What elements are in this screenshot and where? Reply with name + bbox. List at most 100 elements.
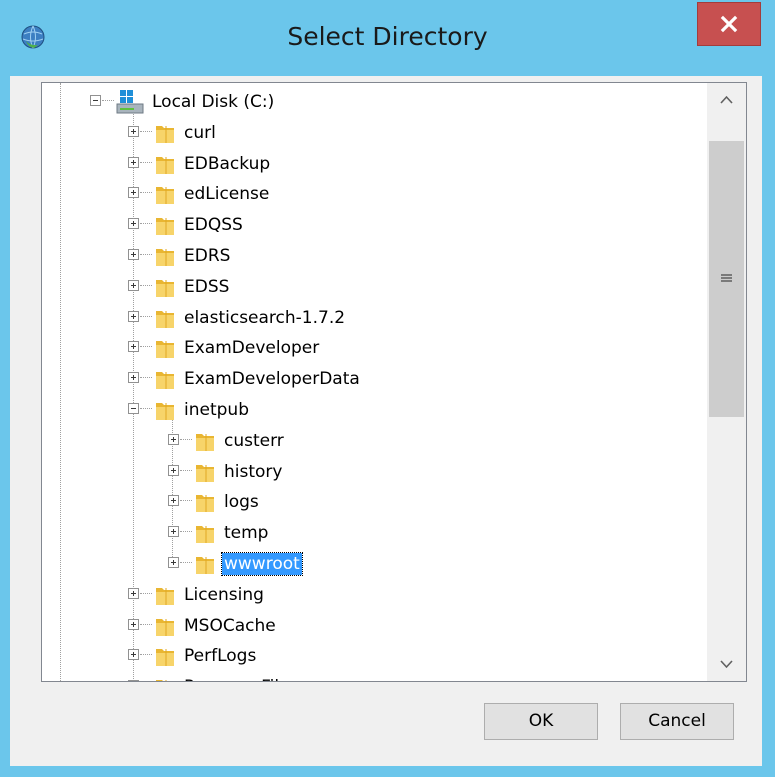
expand-icon[interactable] xyxy=(128,680,139,681)
drive-icon xyxy=(116,89,144,114)
tree-item[interactable]: temp xyxy=(168,518,588,549)
folder-icon xyxy=(154,336,176,360)
scroll-down-button[interactable] xyxy=(707,647,746,681)
tree-item-label: logs xyxy=(224,492,259,513)
folder-icon xyxy=(154,244,176,268)
expand-icon[interactable] xyxy=(168,526,179,538)
folder-icon xyxy=(194,460,216,484)
folder-icon xyxy=(194,552,216,576)
expand-icon[interactable] xyxy=(128,279,139,291)
tree-item-drive[interactable]: Local Disk (C:) xyxy=(90,87,490,118)
collapse-icon[interactable] xyxy=(90,95,101,106)
tree-item-label: ExamDeveloper xyxy=(184,338,320,359)
close-icon xyxy=(720,15,738,33)
tree-connector xyxy=(180,500,192,502)
expand-icon[interactable] xyxy=(128,125,139,137)
expand-icon[interactable] xyxy=(128,649,139,661)
tree-item[interactable]: EDBackup xyxy=(128,149,548,180)
tree-item[interactable]: MSOCache xyxy=(128,611,548,642)
expand-icon[interactable] xyxy=(128,218,139,230)
tree-connector xyxy=(180,438,192,440)
expand-icon[interactable] xyxy=(128,587,139,599)
collapse-icon[interactable] xyxy=(128,403,139,414)
tree-item[interactable]: EDQSS xyxy=(128,210,548,241)
folder-icon xyxy=(154,182,176,206)
tree-item-label: MSOCache xyxy=(184,615,276,636)
tree-item-label: custerr xyxy=(224,430,284,451)
tree-view[interactable]: Local Disk (C:) curl EDBackup edLicense EDQS… xyxy=(42,83,706,681)
folder-icon xyxy=(154,306,176,330)
tree-item[interactable]: EDRS xyxy=(128,241,548,272)
cancel-button[interactable]: Cancel xyxy=(620,703,734,740)
expand-icon[interactable] xyxy=(128,187,139,199)
tree-item[interactable]: ExamDeveloper xyxy=(128,333,548,364)
tree-connector xyxy=(140,315,152,317)
tree-item[interactable]: custerr xyxy=(168,426,588,457)
tree-item[interactable]: edLicense xyxy=(128,179,548,210)
folder-icon xyxy=(194,521,216,545)
tree-item[interactable]: Licensing xyxy=(128,580,548,611)
folder-icon xyxy=(154,152,176,176)
expand-icon[interactable] xyxy=(128,372,139,384)
tree-connector xyxy=(180,469,192,471)
tree-connector xyxy=(140,284,152,286)
expand-icon[interactable] xyxy=(168,433,179,445)
ok-button[interactable]: OK xyxy=(484,703,598,740)
tree-item[interactable]: logs xyxy=(168,487,588,518)
tree-item[interactable]: ExamDeveloperData xyxy=(128,364,548,395)
folder-icon xyxy=(154,275,176,299)
expand-icon[interactable] xyxy=(128,156,139,168)
tree-item-label: Local Disk (C:) xyxy=(152,92,275,112)
tree-item-label: Licensing xyxy=(184,584,264,605)
tree-item-label: temp xyxy=(224,523,269,544)
folder-icon xyxy=(154,644,176,668)
select-directory-dialog: Select Directory Local Disk (C:) curl EDBa… xyxy=(0,0,775,777)
tree-connector xyxy=(140,592,152,594)
tree-item-label: Program Files xyxy=(184,676,298,681)
tree-item[interactable]: wwwroot xyxy=(168,549,588,580)
vertical-scrollbar[interactable] xyxy=(707,83,746,681)
tree-item[interactable]: inetpub xyxy=(128,395,548,426)
expand-icon[interactable] xyxy=(128,310,139,322)
expand-icon[interactable] xyxy=(128,341,139,353)
tree-connector xyxy=(140,346,152,348)
expand-icon[interactable] xyxy=(168,495,179,507)
expand-icon[interactable] xyxy=(168,464,179,476)
tree-item[interactable]: curl xyxy=(128,118,548,149)
tree-item[interactable]: elasticsearch-1.7.2 xyxy=(128,303,548,334)
folder-icon xyxy=(154,675,176,681)
tree-connector xyxy=(140,654,152,656)
chevron-down-icon xyxy=(720,660,733,669)
folder-icon xyxy=(194,490,216,514)
folder-icon xyxy=(154,367,176,391)
folder-icon xyxy=(154,614,176,638)
tree-item-label: ExamDeveloperData xyxy=(184,369,360,390)
scroll-up-button[interactable] xyxy=(707,83,746,117)
tree-item-label: PerfLogs xyxy=(184,646,257,667)
tree-item[interactable]: Program Files xyxy=(128,672,548,681)
folder-icon xyxy=(154,583,176,607)
expand-icon[interactable] xyxy=(128,249,139,260)
tree-connector xyxy=(140,161,152,163)
dialog-body: Local Disk (C:) curl EDBackup edLicense EDQS… xyxy=(10,76,762,766)
tree-connector xyxy=(180,562,192,563)
tree-connector xyxy=(140,130,152,132)
tree-connector xyxy=(140,408,152,409)
scroll-thumb[interactable] xyxy=(709,141,744,417)
tree-item[interactable]: PerfLogs xyxy=(128,641,548,672)
tree-item-label: EDRS xyxy=(184,246,231,266)
expand-icon[interactable] xyxy=(128,618,139,630)
expand-icon[interactable] xyxy=(168,557,179,568)
tree-connector xyxy=(140,377,152,379)
tree-item-label: wwwroot xyxy=(221,552,303,576)
tree-connector xyxy=(180,531,192,533)
tree-item-label: edLicense xyxy=(184,184,270,205)
tree-connector xyxy=(102,100,114,101)
close-button[interactable] xyxy=(697,2,761,46)
directory-tree[interactable]: Local Disk (C:) curl EDBackup edLicense EDQS… xyxy=(41,82,747,682)
tree-item[interactable]: EDSS xyxy=(128,272,548,303)
tree-item[interactable]: history xyxy=(168,457,588,488)
tree-connector xyxy=(140,192,152,194)
title-bar[interactable]: Select Directory xyxy=(0,0,775,76)
tree-item-label: curl xyxy=(184,122,216,143)
